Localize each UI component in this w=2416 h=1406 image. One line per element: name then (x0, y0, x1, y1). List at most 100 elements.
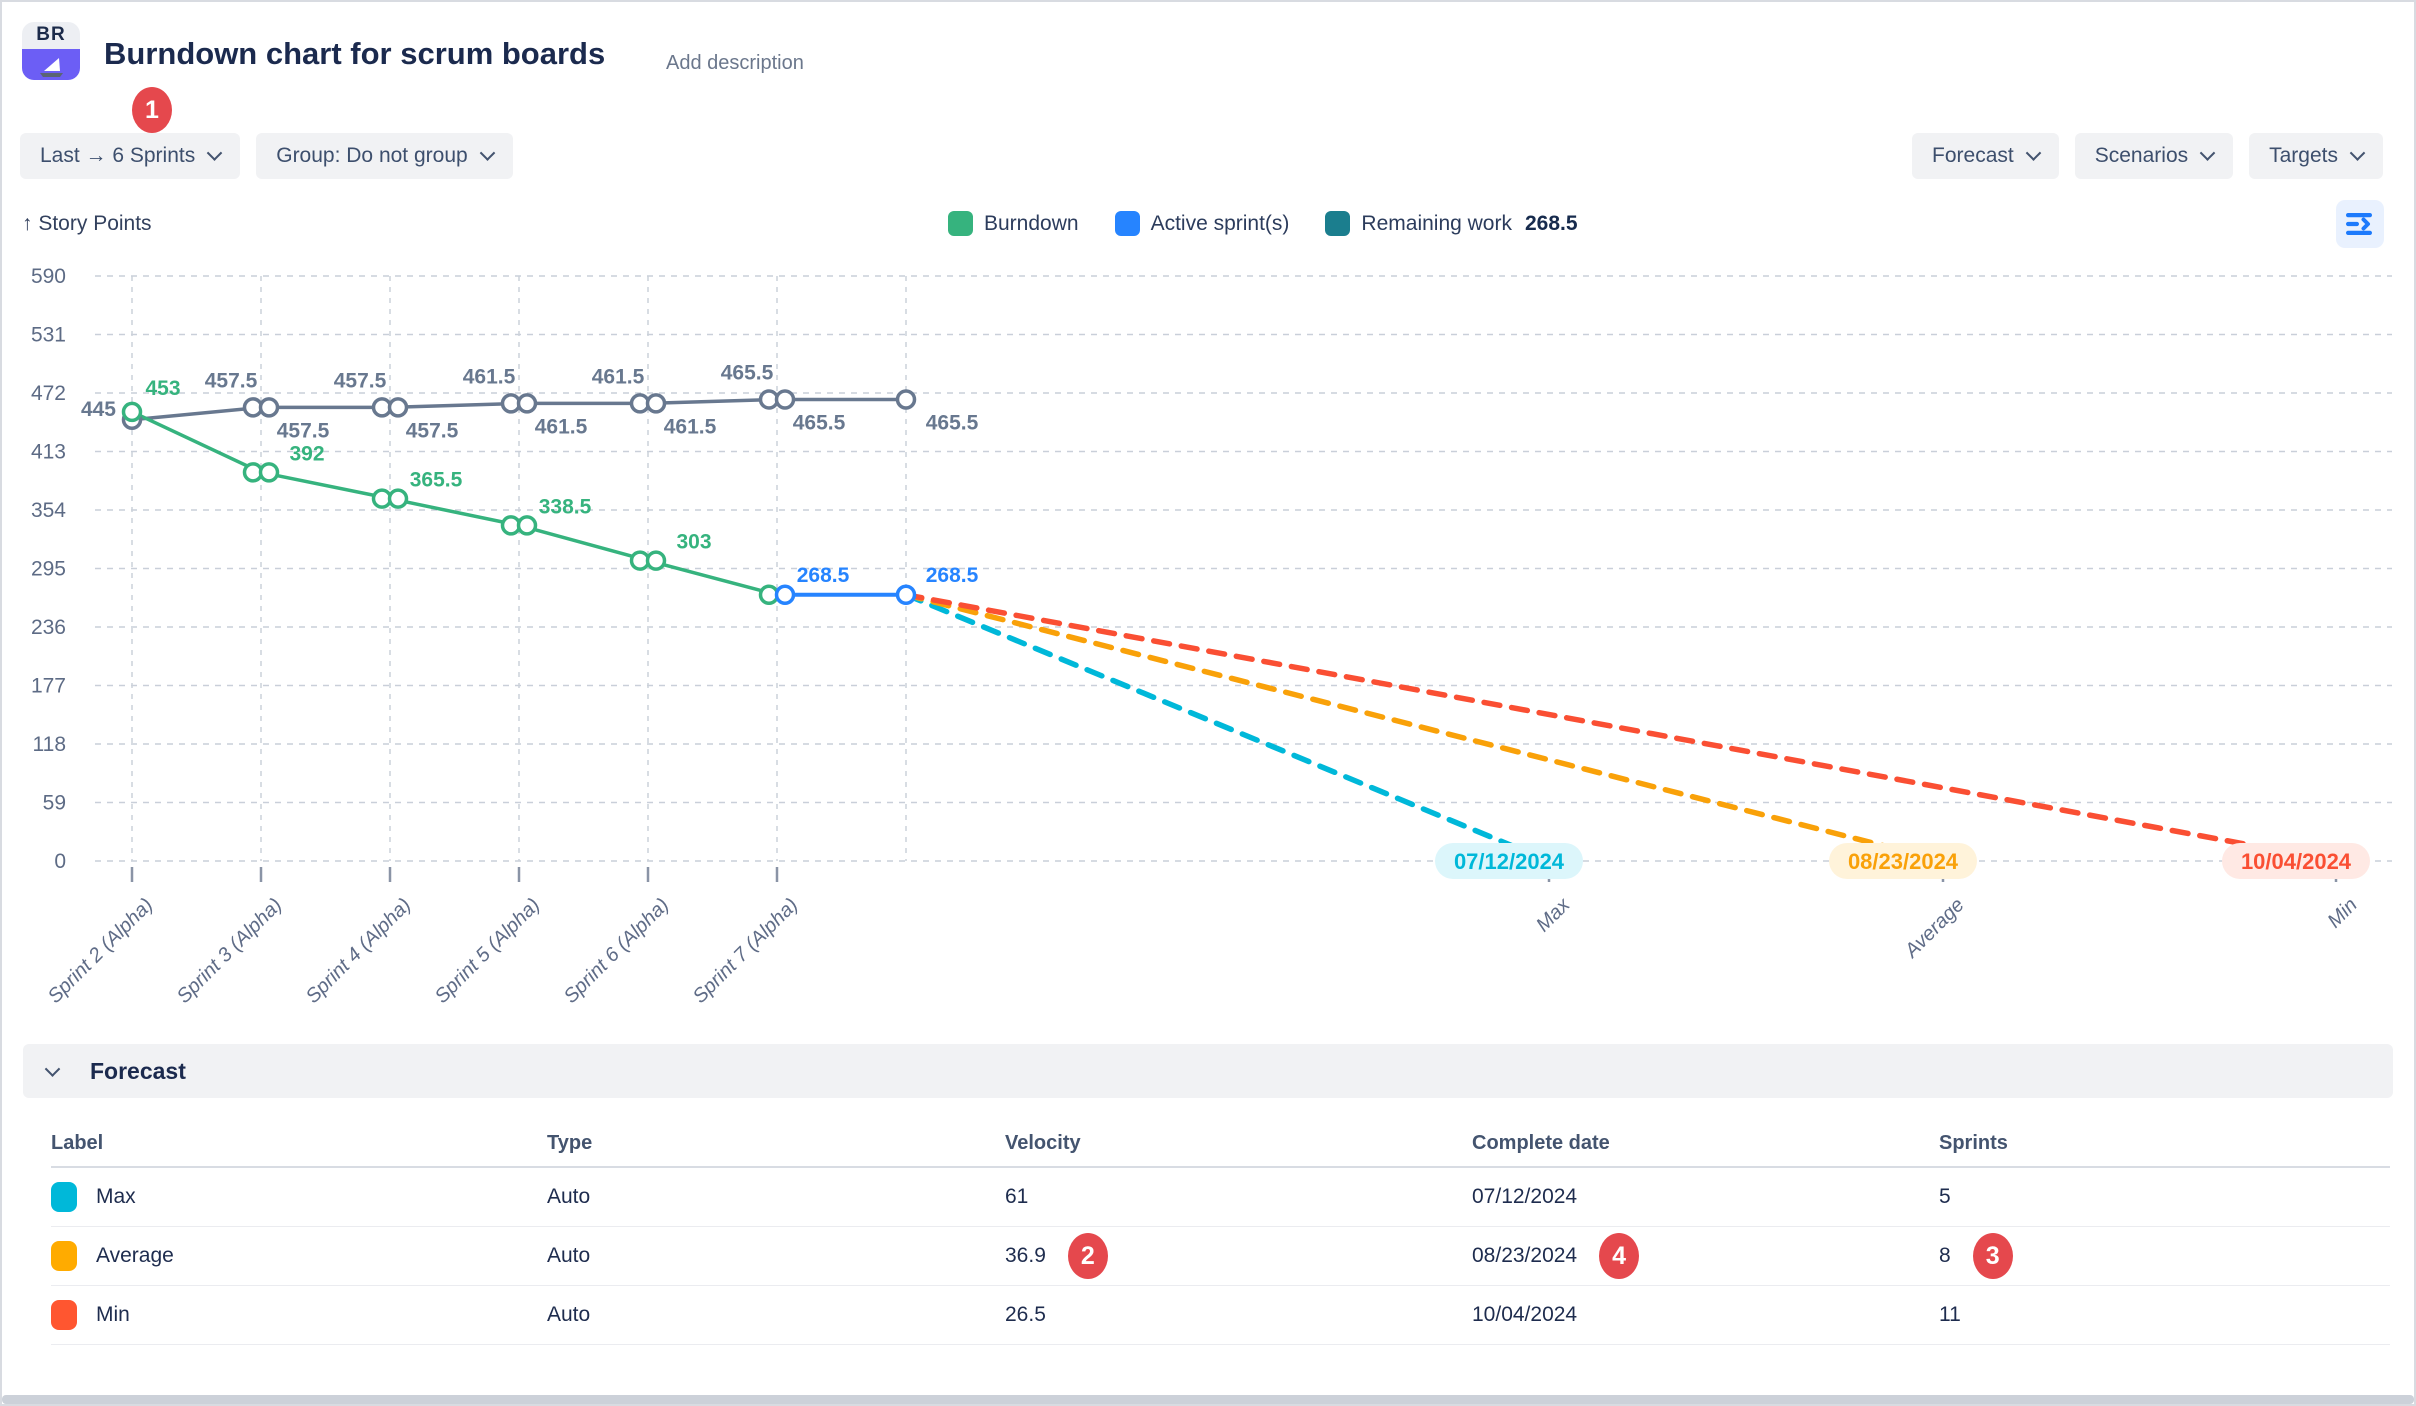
forecast-date-pill-max: 07/12/2024 (1435, 843, 1583, 879)
svg-text:354: 354 (31, 499, 66, 522)
legend-item-remaining-work[interactable]: Remaining work268.5 (1325, 211, 1577, 236)
chevron-down-icon (2200, 145, 2216, 161)
callout-badge-3: 3 (1973, 1233, 2013, 1279)
svg-text:465.5: 465.5 (926, 411, 979, 434)
svg-text:295: 295 (31, 558, 66, 581)
forecast-line-average (906, 595, 1943, 861)
svg-text:07/12/2024: 07/12/2024 (1454, 849, 1565, 874)
row-color-chip[interactable] (51, 1300, 77, 1330)
forecast-line-min (906, 595, 2336, 861)
filter-group-do-not-group-dropdown[interactable]: Group: Do not group (256, 133, 512, 179)
complete-date-cell-value: 10/04/2024 (1472, 1303, 1577, 1327)
velocity-cell: 61 (1005, 1185, 1472, 1209)
sprints-cell: 11 (1939, 1303, 2390, 1327)
velocity-cell-value: 36.9 (1005, 1244, 1046, 1268)
forecast-row-min[interactable]: Min Auto26.510/04/2024 11 (51, 1286, 2390, 1345)
column-header-type: Type (547, 1132, 1005, 1155)
action-bar: Forecast Scenarios Targets (1912, 133, 2383, 179)
burndown-chart-canvas[interactable]: 590531472413354295236177118590445457.545… (0, 250, 2416, 950)
column-header-complete-date: Complete date (1472, 1132, 1939, 1155)
forecast-table: LabelTypeVelocityComplete dateSprintsMax… (51, 1120, 2390, 1345)
gridlines: 590531472413354295236177118590 (31, 265, 2392, 882)
svg-text:338.5: 338.5 (539, 495, 592, 518)
svg-text:177: 177 (31, 675, 66, 698)
svg-text:10/04/2024: 10/04/2024 (2241, 849, 2352, 874)
expand-panel-button[interactable] (2336, 200, 2384, 248)
filter-last-6-sprints-dropdown[interactable]: Last → 6 Sprints (20, 133, 240, 179)
label-cell: Max (51, 1182, 547, 1212)
legend-item-active-sprint-s[interactable]: Active sprint(s) (1115, 211, 1290, 236)
action-label: Targets (2269, 144, 2338, 168)
row-color-chip[interactable] (51, 1241, 77, 1271)
action-forecast-dropdown[interactable]: Forecast (1912, 133, 2059, 179)
filter-bar: Last → 6 Sprints Group: Do not group (20, 133, 513, 179)
add-description-button[interactable]: Add description (666, 52, 804, 75)
svg-text:268.5: 268.5 (797, 564, 850, 587)
legend-item-burndown[interactable]: Burndown (948, 211, 1079, 236)
app-window: BR Burndown chart for scrum boards Add d… (0, 0, 2416, 1406)
svg-text:268.5: 268.5 (926, 564, 979, 587)
svg-text:236: 236 (31, 616, 66, 639)
sprints-cell-value: 5 (1939, 1185, 1951, 1209)
svg-text:461.5: 461.5 (664, 415, 717, 438)
chevron-down-icon (479, 145, 495, 161)
svg-text:457.5: 457.5 (205, 369, 258, 392)
table-header-row: LabelTypeVelocityComplete dateSprints (51, 1120, 2390, 1168)
type-cell: Auto (547, 1185, 1005, 1209)
callout-badge-4: 4 (1599, 1233, 1639, 1279)
svg-text:472: 472 (31, 382, 66, 405)
svg-text:365.5: 365.5 (410, 469, 463, 492)
action-scenarios-dropdown[interactable]: Scenarios (2075, 133, 2233, 179)
callout-badge-2: 2 (1068, 1233, 1108, 1279)
forecast-date-pill-min: 10/04/2024 (2222, 843, 2370, 879)
sprints-cell-value: 11 (1939, 1303, 1961, 1327)
svg-text:465.5: 465.5 (793, 411, 846, 434)
complete-date-cell-value: 07/12/2024 (1472, 1185, 1577, 1209)
complete-date-cell: 10/04/2024 (1472, 1303, 1939, 1327)
action-label: Scenarios (2095, 144, 2188, 168)
legend-label: Remaining work (1361, 212, 1512, 236)
chevron-down-icon (45, 1061, 61, 1077)
velocity-cell: 26.5 (1005, 1303, 1472, 1327)
legend-label: Burndown (984, 212, 1079, 236)
svg-text:392: 392 (289, 442, 324, 465)
label-cell: Average (51, 1241, 547, 1271)
type-cell: Auto (547, 1303, 1005, 1327)
logo-text: BR (22, 22, 80, 49)
column-header-sprints: Sprints (1939, 1132, 2390, 1155)
action-targets-dropdown[interactable]: Targets (2249, 133, 2383, 179)
type-cell: Auto (547, 1244, 1005, 1268)
svg-text:08/23/2024: 08/23/2024 (1848, 849, 1959, 874)
forecast-lines (906, 595, 2336, 861)
forecast-row-average[interactable]: AverageAuto36.9 2 08/23/2024 4 83 (51, 1227, 2390, 1286)
svg-text:465.5: 465.5 (721, 361, 774, 384)
forecast-line-max (906, 595, 1549, 861)
column-header-velocity: Velocity (1005, 1132, 1472, 1155)
legend-color-chip (948, 211, 973, 236)
chevron-down-icon (2025, 145, 2041, 161)
horizontal-scrollbar[interactable] (2, 1395, 2414, 1404)
row-color-chip[interactable] (51, 1182, 77, 1212)
forecast-section-title: Forecast (90, 1058, 186, 1085)
type-cell-value: Auto (547, 1185, 590, 1209)
indent-arrow-icon (2346, 212, 2374, 236)
label-cell: Min (51, 1300, 547, 1330)
svg-text:457.5: 457.5 (334, 369, 387, 392)
y-axis-title: ↑ Story Points (22, 212, 152, 236)
forecast-row-max[interactable]: MaxAuto 61 07/12/2024 5 (51, 1168, 2390, 1227)
svg-text:118: 118 (33, 733, 66, 756)
chart-legend: Burndown Active sprint(s) Remaining work26… (948, 211, 1578, 236)
y-axis-label: Story Points (38, 212, 151, 235)
row-label: Min (96, 1303, 130, 1327)
velocity-cell-value: 61 (1005, 1185, 1028, 1209)
complete-date-cell-value: 08/23/2024 (1472, 1244, 1577, 1268)
svg-text:457.5: 457.5 (277, 419, 330, 442)
sprints-cell: 83 (1939, 1233, 2390, 1279)
legend-label: Active sprint(s) (1151, 212, 1290, 236)
sprints-cell: 5 (1939, 1185, 2390, 1209)
callout-badge-1: 1 (132, 87, 172, 133)
chevron-down-icon (207, 145, 223, 161)
forecast-section-header[interactable]: Forecast (23, 1044, 2393, 1098)
svg-text:413: 413 (31, 441, 66, 464)
app-logo: BR (22, 22, 80, 80)
